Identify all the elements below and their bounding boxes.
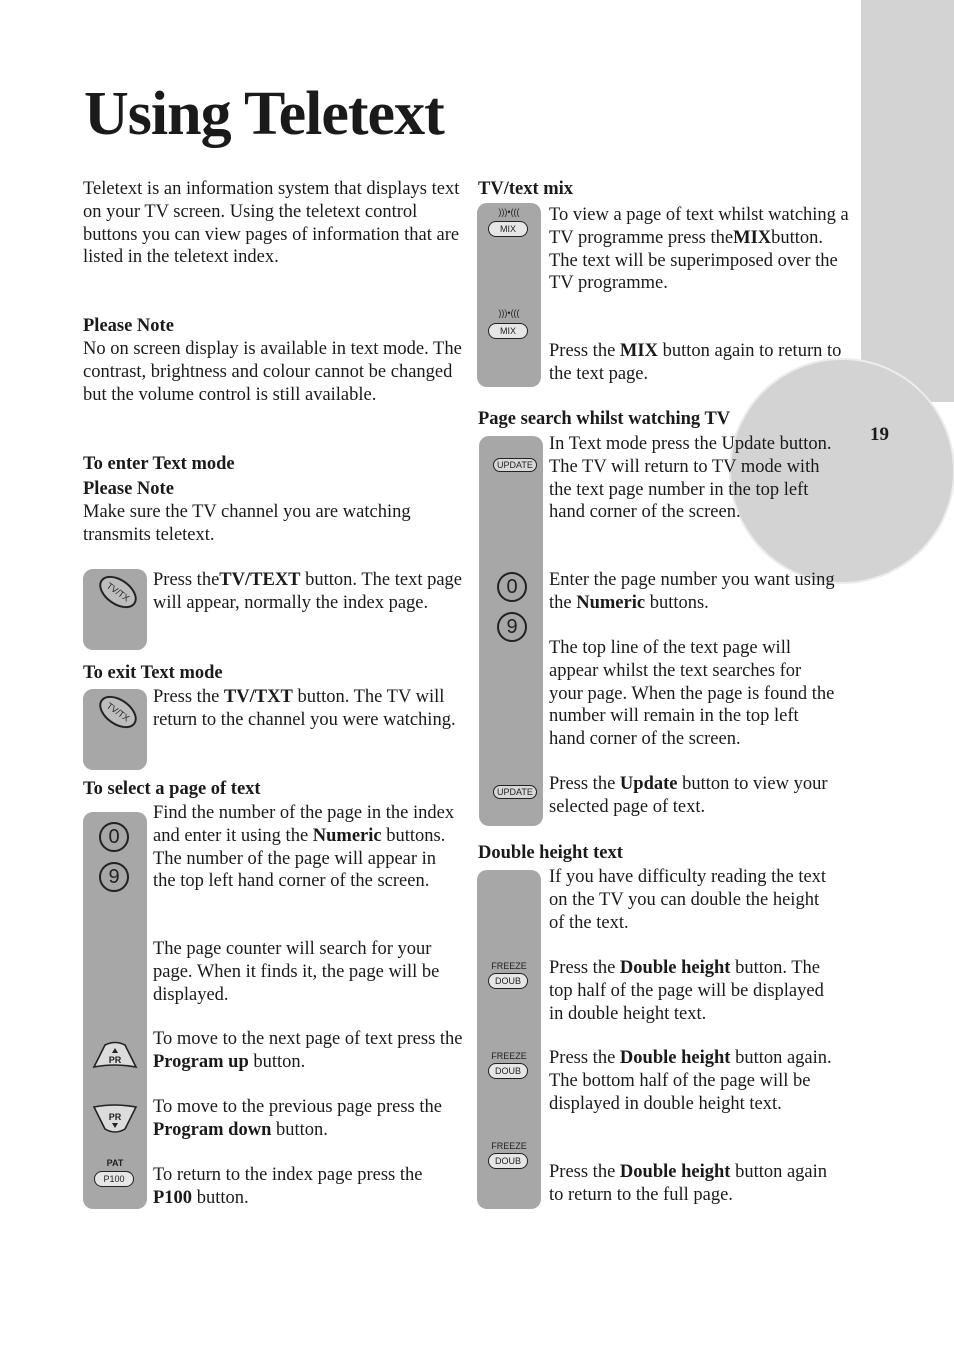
double-step1-text: If you have difficulty reading the text …: [549, 867, 827, 933]
digit-0-button-icon: 0: [497, 572, 527, 602]
program-down-button-icon: PR: [92, 1104, 138, 1133]
freeze-label: FREEZE: [491, 961, 527, 971]
exit-step-text: Press the TV/TXT button. The TV will ret…: [153, 687, 456, 730]
page-number: 19: [870, 424, 889, 445]
button-panel-exit: TV/TX: [83, 689, 147, 770]
select-step4-text: To move to the previous page press the P…: [153, 1097, 442, 1140]
digit-9-button-icon: 9: [99, 862, 129, 892]
side-tab: [861, 0, 954, 402]
enter-heading: To enter Text mode: [83, 454, 235, 474]
note1-text: No on screen display is available in tex…: [83, 339, 462, 405]
select-step1-text: Find the number of the page in the index…: [153, 803, 455, 892]
doub-button-icon: DOUB: [488, 1153, 528, 1169]
p100-button-icon: P100: [94, 1171, 134, 1187]
svg-text:PR: PR: [109, 1112, 122, 1122]
search-step4-text: Press the Update button to view your sel…: [549, 774, 828, 817]
page-title: Using Teletext: [84, 80, 445, 148]
mix-button-icon: MIX: [488, 221, 528, 237]
doub-button-icon: DOUB: [488, 1063, 528, 1079]
exit-heading: To exit Text mode: [83, 663, 223, 683]
update-button-icon: UPDATE: [493, 458, 537, 472]
select-step3-text: To move to the next page of text press t…: [153, 1029, 463, 1072]
freeze-label: FREEZE: [491, 1141, 527, 1151]
freeze-label: FREEZE: [491, 1051, 527, 1061]
program-up-button-icon: PR: [92, 1041, 138, 1069]
button-panel-enter: TV/TX: [83, 569, 147, 650]
double-heading: Double height text: [478, 843, 623, 863]
digit-0-button-icon: 0: [99, 822, 129, 852]
double-step4-text: Press the Double height button again to …: [549, 1162, 828, 1205]
button-panel-double: FREEZE DOUB FREEZE DOUB FREEZE DOUB: [477, 870, 541, 1209]
note1-heading: Please Note: [83, 316, 174, 336]
mix-heading: TV/text mix: [478, 179, 574, 199]
mix-step1-text: To view a page of text whilst watching a…: [549, 205, 849, 294]
double-step3-text: Press the Double height button again. Th…: [549, 1048, 832, 1114]
doub-button-icon: DOUB: [488, 973, 528, 989]
search-step3-text: The top line of the text page will appea…: [549, 638, 835, 750]
search-step2-text: Enter the page number you want using the…: [549, 570, 835, 613]
select-step2-text: The page counter will search for your pa…: [153, 939, 440, 1005]
tvtx-button-icon: TV/TX: [93, 689, 143, 735]
enter-step-text: Press theTV/TEXT button. The text page w…: [153, 570, 463, 613]
note2-heading: Please Note: [83, 479, 174, 499]
button-panel-select: 0 9 PR PR PAT P100: [83, 812, 147, 1209]
select-step5-text: To return to the index page press the P1…: [153, 1165, 423, 1208]
button-panel-mix: )))•((( MIX )))•((( MIX: [477, 203, 541, 387]
svg-text:PR: PR: [109, 1055, 122, 1065]
mix-waves-icon: )))•(((: [498, 207, 520, 217]
mix-step2-text: Press the MIX button again to return to …: [549, 341, 842, 384]
double-step2-text: Press the Double height button. The top …: [549, 958, 824, 1024]
digit-9-button-icon: 9: [497, 612, 527, 642]
update-button-icon: UPDATE: [493, 785, 537, 799]
pat-label: PAT: [106, 1158, 124, 1168]
note2-text: Make sure the TV channel you are watchin…: [83, 502, 411, 545]
mix-waves-icon: )))•(((: [498, 308, 520, 318]
intro-paragraph: Teletext is an information system that d…: [83, 179, 460, 268]
search-step1-text: In Text mode press the Update button. Th…: [549, 434, 832, 523]
select-heading: To select a page of text: [83, 779, 261, 799]
button-panel-search: UPDATE 0 9 UPDATE: [479, 436, 543, 826]
tvtx-button-icon: TV/TX: [93, 569, 143, 615]
mix-button-icon: MIX: [488, 323, 528, 339]
search-heading: Page search whilst watching TV: [478, 409, 731, 429]
